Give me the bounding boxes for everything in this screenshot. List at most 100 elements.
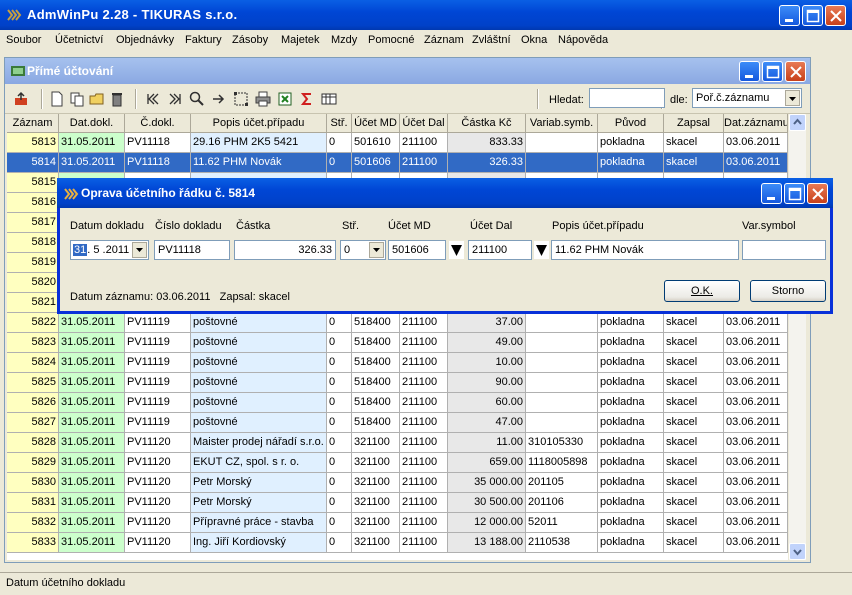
cell-ucet-dal[interactable]: 211100 [400,373,448,393]
datum-dokladu-picker[interactable]: 31. 5 .2011 [70,240,149,260]
cell-str[interactable]: 0 [327,533,352,553]
columns-icon[interactable] [321,91,337,107]
cell-popis[interactable]: poštovné [191,333,327,353]
cell-c-dokl[interactable]: PV11119 [125,413,191,433]
cell-dat-dokl[interactable]: 31.05.2011 [59,393,125,413]
cell-zaznam[interactable]: 5823 [7,333,59,353]
cell-puvod[interactable]: pokladna [598,533,664,553]
cell-ucet-dal[interactable]: 211100 [400,393,448,413]
table-row[interactable]: 5830 31.05.2011 PV11120 Petr Morský 0 321100 2… [7,473,788,493]
cell-dat-dokl[interactable]: 31.05.2011 [59,353,125,373]
col-header-c-dokl[interactable]: Č.dokl. [125,114,191,133]
menu-pomocne[interactable]: Pomocné [368,34,414,46]
exit-icon[interactable] [13,91,29,107]
cell-dat-dokl[interactable]: 31.05.2011 [59,513,125,533]
ucet-md-field[interactable]: 501606 [388,240,446,260]
table-row[interactable]: 5827 31.05.2011 PV11119 poštovné 0 518400 2111… [7,413,788,433]
menu-soubor[interactable]: Soubor [6,34,41,46]
cell-puvod[interactable]: pokladna [598,433,664,453]
table-row[interactable]: 5833 31.05.2011 PV11120 Ing. Jiří Kordiovsk… [7,533,788,553]
dialog-maximize-button[interactable] [784,183,805,204]
cell-ucet-md[interactable]: 321100 [352,473,400,493]
castka-field[interactable]: 326.33 [234,240,336,260]
export-excel-icon[interactable] [277,91,293,107]
cell-popis[interactable]: poštovné [191,373,327,393]
cell-var-symb[interactable]: 52011 [526,513,598,533]
cell-c-dokl[interactable]: PV11120 [125,433,191,453]
cell-c-dokl[interactable]: PV11119 [125,373,191,393]
cell-popis[interactable]: Maister prodej nářadí s.r.o. [191,433,327,453]
cell-str[interactable]: 0 [327,513,352,533]
cell-puvod[interactable]: pokladna [598,473,664,493]
cell-ucet-dal[interactable]: 211100 [400,493,448,513]
cell-ucet-dal[interactable]: 211100 [400,433,448,453]
cell-var-symb[interactable] [526,353,598,373]
cell-dat-dokl[interactable]: 31.05.2011 [59,153,125,173]
cell-puvod[interactable]: pokladna [598,153,664,173]
ok-button[interactable]: O.K. [664,280,740,302]
cell-zapsal[interactable]: skacel [664,433,724,453]
cell-ucet-md[interactable]: 321100 [352,513,400,533]
cell-dat-dokl[interactable]: 31.05.2011 [59,333,125,353]
cell-zaznam[interactable]: 5813 [7,133,59,153]
ucet-md-lookup-icon[interactable] [449,241,464,259]
cell-dat-zaznamu[interactable]: 03.06.2011 [724,353,788,373]
cell-zaznam[interactable]: 5819 [7,253,59,273]
cell-c-dokl[interactable]: PV11119 [125,333,191,353]
cell-dat-zaznamu[interactable]: 03.06.2011 [724,433,788,453]
cell-c-dokl[interactable]: PV11118 [125,133,191,153]
cell-dat-zaznamu[interactable]: 03.06.2011 [724,473,788,493]
scroll-down-icon[interactable] [789,543,806,560]
scroll-up-icon[interactable] [789,114,806,131]
table-row[interactable]: 5826 31.05.2011 PV11119 poštovné 0 518400 2111… [7,393,788,413]
col-header-dat-zaznamu[interactable]: Dat.záznamu [724,114,788,133]
menu-zaznam[interactable]: Záznam [424,34,464,46]
cell-ucet-dal[interactable]: 211100 [400,513,448,533]
cell-str[interactable]: 0 [327,433,352,453]
cell-puvod[interactable]: pokladna [598,333,664,353]
cell-puvod[interactable]: pokladna [598,513,664,533]
table-row[interactable]: 5831 31.05.2011 PV11120 Petr Morský 0 321100 2… [7,493,788,513]
print-icon[interactable] [255,91,271,107]
cell-popis[interactable]: Přípravné práce - stavba [191,513,327,533]
cell-popis[interactable]: 29.16 PHM 2K5 5421 [191,133,327,153]
cell-zapsal[interactable]: skacel [664,513,724,533]
cell-popis[interactable]: poštovné [191,353,327,373]
table-row[interactable]: 5824 31.05.2011 PV11119 poštovné 0 518400 2111… [7,353,788,373]
cell-castka[interactable]: 49.00 [448,333,526,353]
maximize-button[interactable] [802,5,823,26]
cell-dat-dokl[interactable]: 31.05.2011 [59,133,125,153]
cell-zapsal[interactable]: skacel [664,333,724,353]
cell-dat-dokl[interactable]: 31.05.2011 [59,413,125,433]
cell-popis[interactable]: EKUT CZ, spol. s r. o. [191,453,327,473]
col-header-var-symb[interactable]: Variab.symb. [526,114,598,133]
cell-var-symb[interactable] [526,313,598,333]
cell-zaznam[interactable]: 5822 [7,313,59,333]
cell-puvod[interactable]: pokladna [598,353,664,373]
select-area-icon[interactable] [233,91,249,107]
cell-var-symb[interactable] [526,133,598,153]
cell-str[interactable]: 0 [327,333,352,353]
cell-var-symb[interactable] [526,333,598,353]
cell-c-dokl[interactable]: PV11119 [125,353,191,373]
cell-var-symb[interactable]: 310105330 [526,433,598,453]
col-header-str[interactable]: Stř. [327,114,352,133]
cell-zaznam[interactable]: 5826 [7,393,59,413]
cell-zaznam[interactable]: 5831 [7,493,59,513]
table-row[interactable]: 5822 31.05.2011 PV11119 poštovné 0 518400 2111… [7,313,788,333]
cell-ucet-md[interactable]: 518400 [352,313,400,333]
cell-c-dokl[interactable]: PV11118 [125,153,191,173]
table-row[interactable]: 5832 31.05.2011 PV11120 Přípravné práce - s… [7,513,788,533]
cell-popis[interactable]: poštovné [191,413,327,433]
cell-puvod[interactable]: pokladna [598,373,664,393]
cell-dat-zaznamu[interactable]: 03.06.2011 [724,413,788,433]
cell-var-symb[interactable]: 1118005898 [526,453,598,473]
col-header-dat-dokl[interactable]: Dat.dokl. [59,114,125,133]
cell-dat-dokl[interactable]: 31.05.2011 [59,313,125,333]
cell-zaznam[interactable]: 5821 [7,293,59,313]
cell-c-dokl[interactable]: PV11119 [125,393,191,413]
cell-dat-zaznamu[interactable]: 03.06.2011 [724,513,788,533]
menu-ucetnictvi[interactable]: Účetnictví [55,34,103,46]
menu-mzdy[interactable]: Mzdy [331,34,357,46]
menu-zvlastni[interactable]: Zvláštní [472,34,511,46]
